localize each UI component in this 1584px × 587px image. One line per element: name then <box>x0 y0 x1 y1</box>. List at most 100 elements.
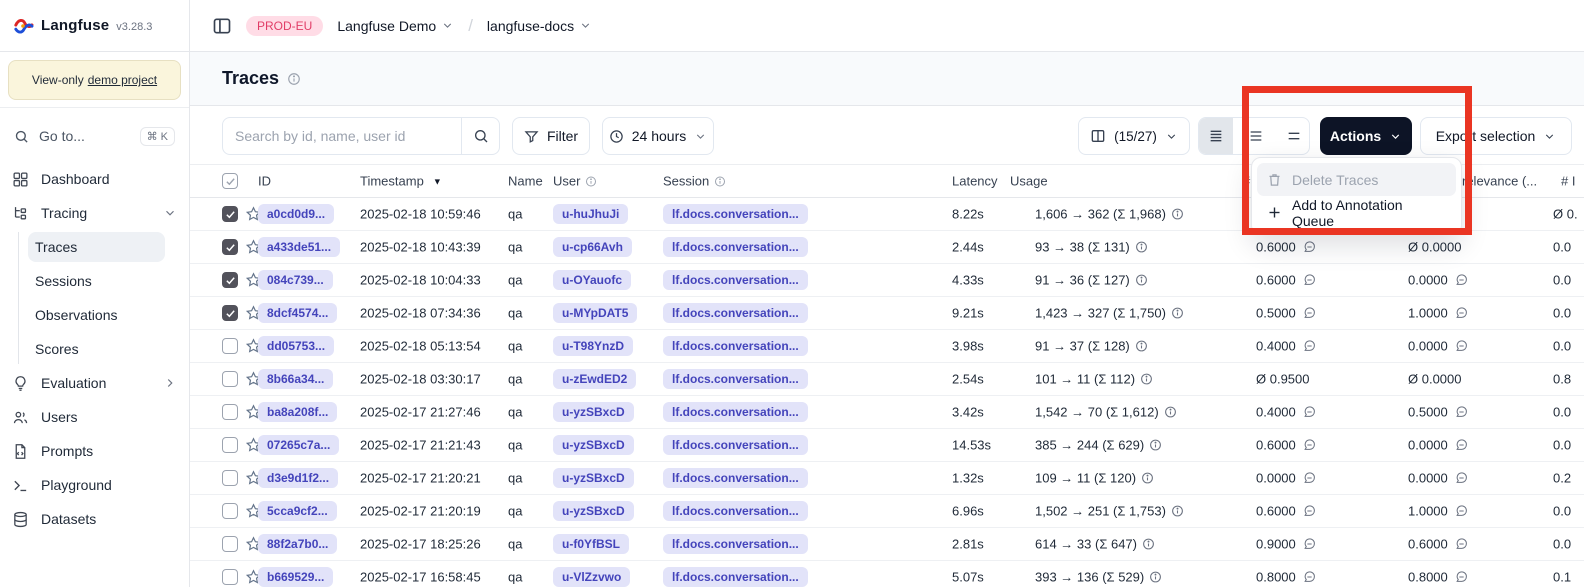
row-checkbox[interactable] <box>222 536 238 552</box>
breadcrumb-project[interactable]: langfuse-docs <box>487 18 592 34</box>
session-pill[interactable]: lf.docs.conversation... <box>663 369 808 389</box>
panel-toggle-icon[interactable] <box>212 16 232 36</box>
sidebar-item-sessions[interactable]: Sessions <box>0 264 189 298</box>
user-pill[interactable]: u-yzSBxcD <box>553 402 634 422</box>
user-pill[interactable]: u-OYauofc <box>553 270 631 290</box>
row-checkbox[interactable] <box>222 404 238 420</box>
table-row[interactable]: b669529...2025-02-17 16:58:45qau-VlZzvwo… <box>190 561 1584 587</box>
session-pill[interactable]: lf.docs.conversation... <box>663 237 808 257</box>
row-checkbox[interactable] <box>222 272 238 288</box>
column-header-latency[interactable]: Latency <box>952 174 998 189</box>
export-selection-button[interactable]: Export selection <box>1420 117 1572 155</box>
sidebar-item-playground[interactable]: Playground <box>0 468 189 502</box>
column-header-session[interactable]: Session <box>663 174 726 189</box>
score-cell: 0.1 <box>1553 570 1571 585</box>
row-checkbox[interactable] <box>222 338 238 354</box>
column-header-score-fragment[interactable]: # <box>1243 174 1250 189</box>
table-row[interactable]: dd05753...2025-02-18 05:13:54qau-T98YnzD… <box>190 330 1584 363</box>
user-pill[interactable]: u-zEwdED2 <box>553 369 636 389</box>
trace-id-pill[interactable]: a433de51... <box>258 237 340 257</box>
sidebar-item-observations[interactable]: Observations <box>0 298 189 332</box>
sidebar-item-tracing[interactable]: Tracing <box>0 196 189 230</box>
select-all-checkbox[interactable] <box>222 173 238 189</box>
user-pill[interactable]: u-f0YfBSL <box>553 534 629 554</box>
trace-id-pill[interactable]: 8b66a34... <box>258 369 333 389</box>
sidebar-item-scores[interactable]: Scores <box>0 332 189 366</box>
column-header-relevance[interactable]: relevance (... <box>1462 174 1537 189</box>
row-checkbox[interactable] <box>222 239 238 255</box>
trace-id-pill[interactable]: d3e9d1f2... <box>258 468 338 488</box>
trace-id-pill[interactable]: dd05753... <box>258 336 334 356</box>
row-checkbox[interactable] <box>222 371 238 387</box>
session-pill[interactable]: lf.docs.conversation... <box>663 567 808 587</box>
row-checkbox[interactable] <box>222 470 238 486</box>
filter-button[interactable]: Filter <box>512 117 590 155</box>
session-pill[interactable]: lf.docs.conversation... <box>663 534 808 554</box>
session-pill[interactable]: lf.docs.conversation... <box>663 336 808 356</box>
trace-id-pill[interactable]: a0cd0d9... <box>258 204 334 224</box>
user-pill[interactable]: u-yzSBxcD <box>553 435 634 455</box>
row-height-medium-button[interactable] <box>1241 118 1271 154</box>
trace-id-pill[interactable]: 084c739... <box>258 270 333 290</box>
row-height-large-button[interactable] <box>1279 118 1309 154</box>
table-row[interactable]: 8b66a34...2025-02-18 03:30:17qau-zEwdED2… <box>190 363 1584 396</box>
user-pill[interactable]: u-T98YnzD <box>553 336 633 356</box>
user-pill[interactable]: u-cp66Avh <box>553 237 632 257</box>
search-input[interactable]: Search by id, name, user id <box>222 117 462 155</box>
session-pill[interactable]: lf.docs.conversation... <box>663 468 808 488</box>
column-header-count-fragment[interactable]: # I <box>1561 174 1575 189</box>
session-pill[interactable]: lf.docs.conversation... <box>663 435 808 455</box>
session-pill[interactable]: lf.docs.conversation... <box>663 270 808 290</box>
trace-id-pill[interactable]: b669529... <box>258 567 333 587</box>
table-row[interactable]: 084c739...2025-02-18 10:04:33qau-OYauofc… <box>190 264 1584 297</box>
sidebar-item-evaluation[interactable]: Evaluation <box>0 366 189 400</box>
user-pill[interactable]: u-huJhuJi <box>553 204 628 224</box>
row-checkbox[interactable] <box>222 206 238 222</box>
breadcrumb-org[interactable]: Langfuse Demo <box>337 18 454 34</box>
column-header-id[interactable]: ID <box>258 174 271 189</box>
row-height-small-button[interactable] <box>1199 118 1233 154</box>
row-checkbox[interactable] <box>222 503 238 519</box>
column-header-usage[interactable]: Usage <box>1010 174 1048 189</box>
table-row[interactable]: a433de51...2025-02-18 10:43:39qau-cp66Av… <box>190 231 1584 264</box>
actions-button[interactable]: Actions <box>1320 117 1412 155</box>
columns-button[interactable]: (15/27) <box>1078 117 1190 155</box>
session-pill[interactable]: lf.docs.conversation... <box>663 501 808 521</box>
sidebar-item-dashboard[interactable]: Dashboard <box>0 162 189 196</box>
user-pill[interactable]: u-yzSBxcD <box>553 468 634 488</box>
time-range-button[interactable]: 24 hours <box>602 117 714 155</box>
trace-id-pill[interactable]: 8dcf4574... <box>258 303 337 323</box>
row-checkbox[interactable] <box>222 569 238 585</box>
menu-item-delete-traces[interactable]: Delete Traces <box>1257 163 1456 196</box>
session-pill[interactable]: lf.docs.conversation... <box>663 303 808 323</box>
menu-item-add-to-annotation-queue[interactable]: Add to Annotation Queue <box>1257 196 1456 229</box>
sidebar-item-label: Users <box>41 409 78 425</box>
search-button[interactable] <box>461 117 500 155</box>
table-row[interactable]: 5cca9cf2...2025-02-17 21:20:19qau-yzSBxc… <box>190 495 1584 528</box>
user-pill[interactable]: u-VlZzvwo <box>553 567 630 587</box>
trace-id-pill[interactable]: 07265c7a... <box>258 435 339 455</box>
table-row[interactable]: d3e9d1f2...2025-02-17 21:20:21qau-yzSBxc… <box>190 462 1584 495</box>
session-pill[interactable]: lf.docs.conversation... <box>663 402 808 422</box>
table-row[interactable]: 88f2a7b0...2025-02-17 18:25:26qau-f0YfBS… <box>190 528 1584 561</box>
user-pill[interactable]: u-yzSBxcD <box>553 501 634 521</box>
trace-id-pill[interactable]: ba8a208f... <box>258 402 337 422</box>
trace-id-pill[interactable]: 5cca9cf2... <box>258 501 337 521</box>
column-header-name[interactable]: Name <box>508 174 543 189</box>
table-row[interactable]: ba8a208f...2025-02-17 21:27:46qau-yzSBxc… <box>190 396 1584 429</box>
row-checkbox[interactable] <box>222 437 238 453</box>
goto-search[interactable]: Go to... ⌘ K <box>8 118 181 154</box>
session-pill[interactable]: lf.docs.conversation... <box>663 204 808 224</box>
table-row[interactable]: 07265c7a...2025-02-17 21:21:43qau-yzSBxc… <box>190 429 1584 462</box>
sidebar-item-traces[interactable]: Traces <box>0 230 189 264</box>
user-pill[interactable]: u-MYpDAT5 <box>553 303 637 323</box>
column-header-timestamp[interactable]: Timestamp ▼ <box>360 174 442 189</box>
sidebar-item-datasets[interactable]: Datasets <box>0 502 189 536</box>
demo-project-link[interactable]: demo project <box>88 73 157 87</box>
sidebar-item-prompts[interactable]: Prompts <box>0 434 189 468</box>
sidebar-item-users[interactable]: Users <box>0 400 189 434</box>
trace-id-pill[interactable]: 88f2a7b0... <box>258 534 337 554</box>
table-row[interactable]: 8dcf4574...2025-02-18 07:34:36qau-MYpDAT… <box>190 297 1584 330</box>
column-header-user[interactable]: User <box>553 174 597 189</box>
row-checkbox[interactable] <box>222 305 238 321</box>
